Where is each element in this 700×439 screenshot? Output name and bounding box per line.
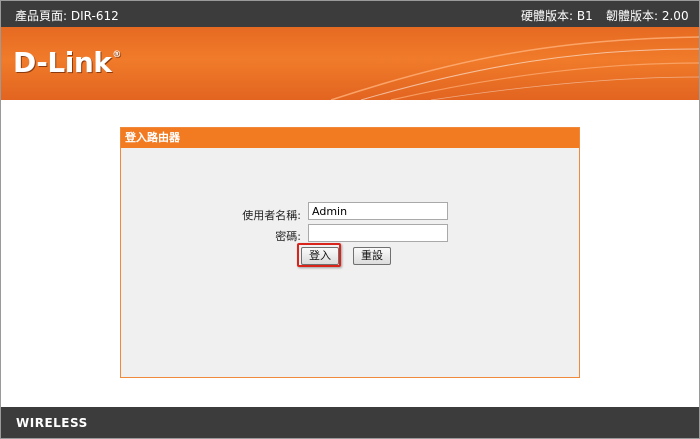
username-label: 使用者名稱: <box>242 209 301 222</box>
hardware-version-label: 硬體版本: B1 <box>521 9 593 23</box>
wireless-label: WIRELESS <box>16 416 88 430</box>
firmware-version-label: 韌體版本: 2.00 <box>606 9 689 23</box>
username-input[interactable] <box>308 202 448 220</box>
login-button[interactable]: 登入 <box>301 247 339 265</box>
password-label: 密碼: <box>275 230 301 243</box>
login-panel: 登入路由器 使用者名稱: 密碼: 登入 重設 <box>120 127 580 378</box>
password-input[interactable] <box>308 224 448 242</box>
footer-bar: WIRELESS <box>1 407 699 438</box>
top-info-bar: 產品頁面: DIR-612 硬體版本: B1 韌體版本: 2.00 <box>1 1 699 27</box>
product-page-label: 產品頁面: DIR-612 <box>15 9 119 23</box>
reset-button[interactable]: 重設 <box>353 247 391 265</box>
dlink-logo: D-Link® <box>13 46 121 79</box>
dlink-banner: D-Link® <box>1 27 699 100</box>
login-panel-header: 登入路由器 <box>121 128 579 148</box>
